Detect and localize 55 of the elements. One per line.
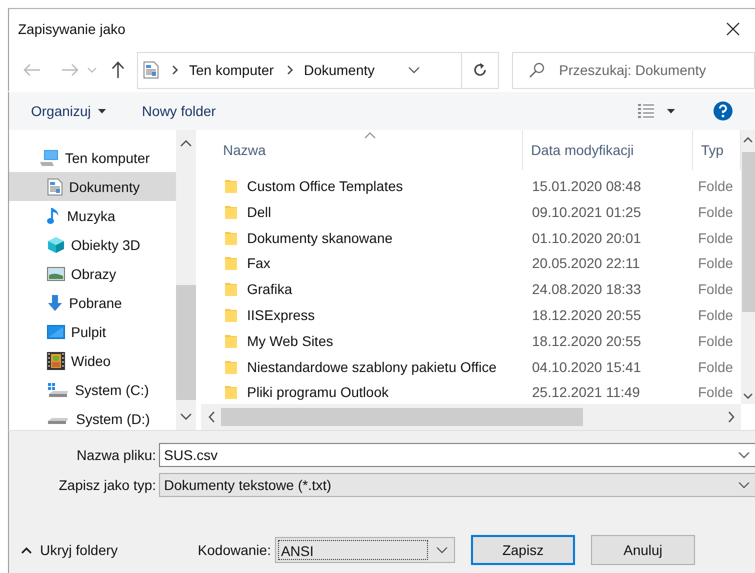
breadcrumb-item[interactable]: Dokumenty — [304, 62, 375, 78]
type-cell-text: Folde — [697, 281, 734, 298]
type-cell-text: Folde — [697, 230, 734, 246]
field-label: Nazwa pliku: — [76, 447, 157, 464]
file-name-field[interactable]: SUS.csv — [159, 443, 755, 468]
sidebar-item[interactable]: Dokumenty — [9, 172, 176, 202]
date-cell-text: 09.10.2021 01:25 — [531, 204, 642, 220]
file-name[interactable]: Custom Office Templates — [247, 178, 403, 194]
sidebar-item[interactable]: Pobrane — [9, 288, 176, 318]
type-cell-text: Folde — [697, 332, 734, 349]
hide-folders-button[interactable]: Ukryj foldery — [21, 542, 118, 558]
cancel-button[interactable]: Anuluj — [590, 535, 695, 566]
column-header[interactable]: Data modyfikacji — [523, 130, 693, 170]
sidebar-item[interactable]: System (C:) — [9, 375, 176, 404]
type-cell-text: Folde — [697, 384, 734, 400]
organize-button[interactable]: Organizuj — [31, 103, 106, 120]
file-type-dropdown[interactable]: Dokumenty tekstowe (*.txt) — [159, 473, 755, 498]
column-header[interactable]: Nazwa — [201, 130, 523, 170]
breadcrumb-item[interactable]: Ten komputer — [189, 62, 274, 78]
type-cell-text: Folde — [697, 178, 734, 194]
date-cell-text: 18.12.2020 20:55 — [531, 332, 642, 349]
type-cell-text: Folde — [697, 255, 734, 272]
window-title: Zapisywanie jako — [18, 20, 126, 37]
search-field[interactable]: Przeszukaj: Dokumenty — [512, 52, 755, 89]
sidebar-item[interactable]: Muzyka — [9, 201, 176, 230]
field-label: Zapisz jako typ: — [58, 477, 157, 494]
sidebar-item[interactable]: Obiekty 3D — [9, 230, 176, 260]
date-cell-text: 15.01.2020 08:48 — [531, 178, 642, 194]
file-name[interactable]: Fax — [247, 255, 270, 272]
type-cell-text: Folde — [697, 358, 734, 375]
file-name[interactable]: Niestandardowe szablony pakietu Office — [247, 358, 497, 375]
type-cell-text: Folde — [697, 204, 734, 220]
date-cell-text: 24.08.2020 18:33 — [531, 281, 642, 298]
date-cell-text: 01.10.2020 20:01 — [531, 230, 642, 246]
file-name[interactable]: Dell — [247, 204, 272, 220]
encoding-label: Kodowanie: — [198, 542, 271, 558]
address-bar[interactable]: Ten komputer Dokumenty — [137, 52, 499, 89]
file-name[interactable]: Grafika — [247, 281, 292, 298]
new-folder-button[interactable]: Nowy folder — [142, 103, 216, 120]
save-button[interactable]: Zapisz — [470, 535, 575, 566]
file-name[interactable]: IISExpress — [247, 306, 315, 323]
sidebar-item[interactable]: Wideo — [9, 346, 176, 376]
file-name[interactable]: My Web Sites — [247, 332, 334, 349]
sidebar-item[interactable]: System (D:) — [9, 404, 176, 430]
file-name[interactable]: Pliki programu Outlook — [247, 384, 389, 400]
sidebar-item[interactable]: Obrazy — [9, 259, 176, 288]
sidebar-item[interactable]: Pulpit — [9, 317, 176, 346]
date-cell-text: 04.10.2020 15:41 — [531, 358, 642, 375]
type-cell-text: Folde — [697, 306, 734, 323]
sidebar-item[interactable]: Ten komputer — [9, 143, 176, 172]
encoding-dropdown[interactable]: ANSI — [274, 537, 455, 564]
date-cell-text: 25.12.2021 11:49 — [531, 384, 641, 400]
file-name[interactable]: Dokumenty skanowane — [247, 230, 393, 246]
date-cell-text: 18.12.2020 20:55 — [531, 306, 642, 323]
date-cell-text: 20.05.2020 22:11 — [531, 255, 641, 272]
